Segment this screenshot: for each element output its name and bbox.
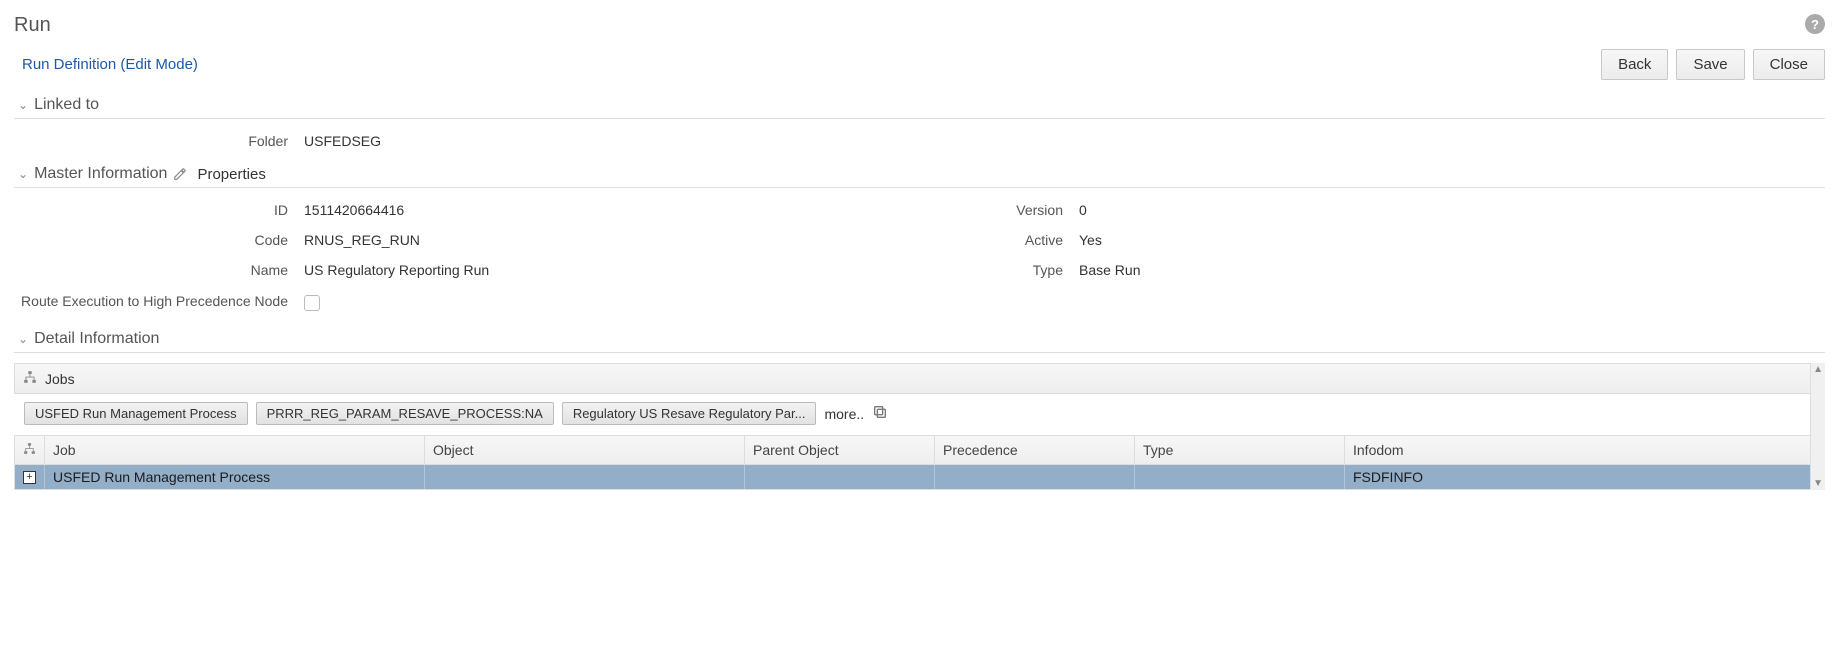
route-label: Route Execution to High Precedence Node bbox=[14, 292, 294, 314]
more-link[interactable]: more.. bbox=[824, 406, 864, 422]
active-label: Active bbox=[789, 232, 1069, 248]
scroll-down-icon[interactable]: ▼ bbox=[1813, 478, 1823, 489]
tree-column-icon[interactable] bbox=[15, 436, 45, 464]
type-value: Base Run bbox=[1079, 262, 1554, 278]
version-value: 0 bbox=[1079, 202, 1554, 218]
cell-type bbox=[1135, 465, 1345, 489]
tree-icon[interactable] bbox=[23, 370, 37, 387]
jobs-label: Jobs bbox=[45, 371, 75, 387]
copy-icon[interactable] bbox=[872, 404, 888, 424]
edit-icon[interactable] bbox=[173, 167, 187, 181]
cell-object bbox=[425, 465, 745, 489]
table-row[interactable]: + USFED Run Management Process FSDFINFO bbox=[15, 465, 1824, 489]
cell-job: USFED Run Management Process bbox=[45, 465, 425, 489]
jobs-grid: Job Object Parent Object Precedence Type… bbox=[14, 435, 1825, 490]
close-button[interactable]: Close bbox=[1753, 49, 1825, 80]
chevron-down-icon[interactable]: ⌄ bbox=[18, 98, 28, 112]
name-value: US Regulatory Reporting Run bbox=[304, 262, 779, 278]
back-button[interactable]: Back bbox=[1601, 49, 1668, 80]
job-tag[interactable]: Regulatory US Resave Regulatory Par... bbox=[562, 402, 817, 425]
scrollbar[interactable]: ▲ ▼ bbox=[1810, 363, 1825, 490]
route-checkbox[interactable] bbox=[304, 295, 320, 311]
cell-parent-object bbox=[745, 465, 935, 489]
section-detail-title: Detail Information bbox=[34, 330, 159, 348]
col-object[interactable]: Object bbox=[425, 436, 745, 464]
job-tag[interactable]: PRRR_REG_PARAM_RESAVE_PROCESS:NA bbox=[256, 402, 554, 425]
folder-value: USFEDSEG bbox=[304, 133, 779, 149]
id-label: ID bbox=[14, 202, 294, 218]
page-title: Run bbox=[14, 14, 51, 37]
code-value: RNUS_REG_RUN bbox=[304, 232, 779, 248]
section-master-info-title: Master Information bbox=[34, 165, 167, 183]
type-label: Type bbox=[789, 262, 1069, 278]
active-value: Yes bbox=[1079, 232, 1554, 248]
help-icon[interactable]: ? bbox=[1805, 14, 1825, 34]
chevron-down-icon[interactable]: ⌄ bbox=[18, 167, 28, 181]
mode-label: Run Definition (Edit Mode) bbox=[22, 56, 198, 73]
chevron-down-icon[interactable]: ⌄ bbox=[18, 332, 28, 346]
folder-label: Folder bbox=[14, 133, 294, 149]
save-button[interactable]: Save bbox=[1676, 49, 1744, 80]
col-parent-object[interactable]: Parent Object bbox=[745, 436, 935, 464]
col-infodom[interactable]: Infodom bbox=[1345, 436, 1824, 464]
section-master-info-subtitle: Properties bbox=[197, 166, 265, 183]
col-type[interactable]: Type bbox=[1135, 436, 1345, 464]
col-precedence[interactable]: Precedence bbox=[935, 436, 1135, 464]
version-label: Version bbox=[789, 202, 1069, 218]
id-value: 1511420664416 bbox=[304, 202, 779, 218]
scroll-up-icon[interactable]: ▲ bbox=[1813, 364, 1823, 375]
name-label: Name bbox=[14, 262, 294, 278]
cell-infodom: FSDFINFO bbox=[1345, 465, 1824, 489]
code-label: Code bbox=[14, 232, 294, 248]
cell-precedence bbox=[935, 465, 1135, 489]
section-linked-to-title: Linked to bbox=[34, 96, 99, 114]
expand-icon[interactable]: + bbox=[23, 471, 36, 484]
job-tag[interactable]: USFED Run Management Process bbox=[24, 402, 248, 425]
col-job[interactable]: Job bbox=[45, 436, 425, 464]
